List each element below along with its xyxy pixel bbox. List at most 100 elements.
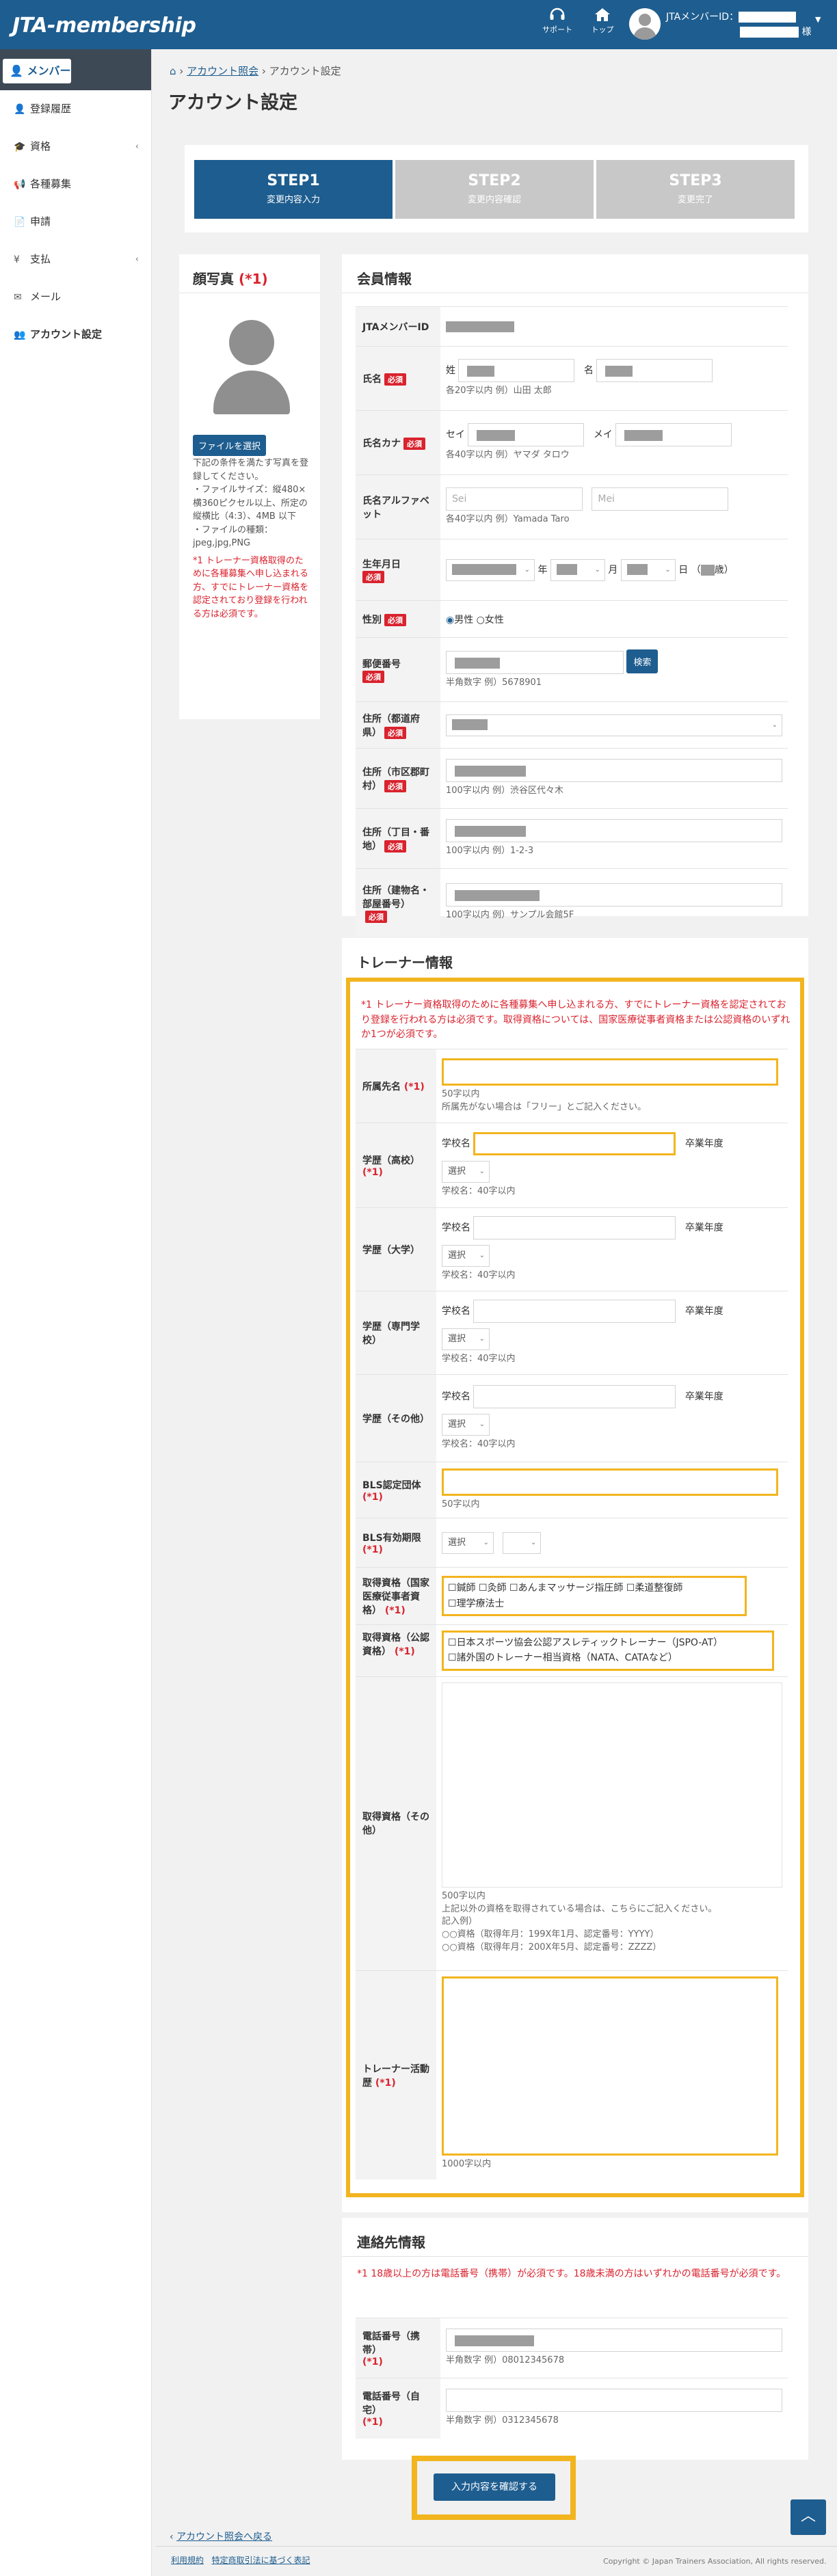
alpha-mei-input[interactable]: Mei	[592, 487, 729, 511]
sidebar-item-history[interactable]: 👤 登録履歴	[0, 90, 151, 128]
member-title: 会員情報	[357, 271, 412, 287]
user-avatar[interactable]	[629, 8, 661, 40]
national-check-0[interactable]: ☐鍼師	[448, 1583, 476, 1594]
mobile-input[interactable]	[446, 2329, 782, 2352]
sidebar-item-account[interactable]: 👥 アカウント設定	[0, 316, 151, 353]
step-sub: 変更完了	[677, 195, 713, 205]
other-qual-textarea[interactable]	[442, 1682, 782, 1888]
terms-link[interactable]: 利用規約	[171, 2555, 204, 2565]
law-link[interactable]: 特定商取引法に基づく表記	[211, 2555, 310, 2565]
national-check-4[interactable]: ☐理学療法士	[448, 1598, 505, 1609]
sidebar-item-application[interactable]: 📄 申請	[0, 203, 151, 241]
check-label: 柔道整復師	[635, 1583, 683, 1594]
bls-exp-label: BLS有効期限	[362, 1532, 421, 1544]
sidebar-item-payment[interactable]: ¥ 支払 ‹	[0, 241, 151, 278]
pref-select[interactable]: ⌄	[446, 714, 782, 736]
required-badge: 必須	[362, 570, 384, 583]
copyright: Copyright © Japan Trainers Association, …	[603, 2557, 827, 2566]
postal-hint: 半角数字 例）5678901	[446, 677, 542, 688]
breadcrumb-account-link[interactable]: アカウント照会	[187, 65, 258, 77]
required-badge: 必須	[403, 437, 425, 450]
back-link-row: ‹ アカウント照会へ戻る	[170, 2530, 272, 2543]
bldg-input[interactable]	[446, 883, 782, 907]
photo-desc: ・ファイルの種類：jpeg,jpg,PNG	[193, 524, 274, 549]
home-input[interactable]	[446, 2389, 782, 2413]
official-check-1[interactable]: ☐諸外国のトレーナー相当資格（NATA、CATAなど）	[448, 1650, 768, 1665]
step-title: STEP3	[669, 172, 722, 189]
voc-grad-select[interactable]: 選択 ⌄	[442, 1328, 490, 1351]
home-icon[interactable]: ⌂	[170, 65, 176, 77]
postal-input[interactable]	[446, 651, 624, 675]
support-label: サポート	[542, 25, 572, 34]
file-select-button[interactable]: ファイルを選択	[193, 435, 267, 456]
user-gear-icon: 👥	[14, 330, 26, 340]
school-hint: 学校名：40字以内	[442, 1439, 516, 1450]
bls-year-select[interactable]: 選択 ⌄	[442, 1531, 494, 1554]
other-qual-label: 取得資格（その他）	[362, 1812, 429, 1837]
sei-input[interactable]	[458, 359, 575, 383]
sidebar-item-qualification[interactable]: 🎓 資格 ‹	[0, 128, 151, 165]
back-to-account-link[interactable]: アカウント照会へ戻る	[176, 2532, 272, 2543]
kana-sei-input[interactable]	[468, 423, 585, 447]
postal-search-button[interactable]: 検索	[626, 649, 659, 674]
official-check-0[interactable]: ☐日本スポーツ協会公認アスレティックトレーナー（JSPO-AT）	[448, 1635, 768, 1650]
birth-month-select[interactable]: ⌄	[550, 559, 605, 581]
file-icon: 📄	[14, 217, 26, 228]
sidebar-item-member[interactable]: 👤 メンバー	[3, 59, 71, 83]
sidebar-item-mail[interactable]: ✉ メール	[0, 278, 151, 316]
male-label: 男性	[454, 614, 474, 626]
street-input[interactable]	[446, 819, 782, 843]
trainer-form: 所属先名 (*1) 50字以内 所属先がない場合は「フリー」とご記入ください。 学…	[356, 1049, 788, 2180]
top-link[interactable]: トップ	[580, 7, 625, 35]
female-radio[interactable]: ○	[477, 615, 485, 626]
hs-grad-select[interactable]: 選択 ⌄	[442, 1161, 490, 1183]
kana-mei-input[interactable]	[615, 423, 732, 447]
mei-input[interactable]	[596, 359, 713, 383]
photo-note: *1 トレーナー資格取得のために各種募集へ申し込まれる方、すでにトレーナー資格を…	[193, 555, 309, 619]
other-grad-select[interactable]: 選択 ⌄	[442, 1414, 490, 1436]
voc-school-input[interactable]	[473, 1300, 676, 1324]
hs-school-input[interactable]	[473, 1132, 676, 1156]
app-logo[interactable]: JTA-membership	[12, 14, 196, 38]
scroll-top-button[interactable]: ︿	[790, 2499, 826, 2535]
required-badge: 必須	[384, 726, 406, 739]
male-radio[interactable]: ◉	[446, 615, 454, 626]
req-mark: (*1)	[384, 1605, 406, 1616]
bldg-hint: 100字以内 例）サンプル会館5F	[446, 910, 574, 921]
caret-down-icon[interactable]: ▼	[815, 15, 821, 24]
confirm-button[interactable]: 入力内容を確認する	[434, 2473, 555, 2501]
other-school-input[interactable]	[473, 1385, 676, 1409]
required-badge: 必須	[384, 373, 406, 386]
birth-day-select[interactable]: ⌄	[620, 559, 676, 581]
select-placeholder: 選択	[448, 1419, 466, 1430]
kana-hint: 各40字以内 例）ヤマダ タロウ	[446, 450, 570, 461]
sidebar-top: 👤 メンバー	[0, 49, 151, 90]
univ-grad-select[interactable]: 選択 ⌄	[442, 1245, 490, 1267]
bldg-label: 住所（建物名・部屋番号）	[362, 885, 429, 910]
sidebar: 👤 メンバー 👤 登録履歴 🎓 資格 ‹ 📢 各種募集 📄 申請 ¥ 支払 ‹ ✉ メール 👥 ア…	[0, 49, 152, 2576]
univ-school-input[interactable]	[473, 1216, 676, 1240]
sei-label: 姓	[446, 365, 455, 377]
voc-label: 学歴（専門学校）	[362, 1321, 420, 1346]
select-placeholder: 選択	[448, 1166, 466, 1177]
bls-org-input[interactable]	[442, 1468, 778, 1497]
user-icon: 👤	[10, 64, 23, 77]
bls-month-select[interactable]: ⌄	[503, 1531, 542, 1554]
support-link[interactable]: サポート	[535, 7, 580, 35]
photo-desc: ・ファイルサイズ：縦480×横360ピクセル以上、所定の縦横比（4:3）、4MB…	[193, 485, 308, 522]
city-input[interactable]	[446, 759, 782, 783]
kana-sei-label: セイ	[446, 429, 465, 441]
school-hint: 学校名：40字以内	[442, 1354, 516, 1365]
national-check-2[interactable]: ☐あんまマッサージ指圧師	[509, 1583, 623, 1594]
divider	[342, 2256, 808, 2257]
affil-input[interactable]	[442, 1058, 778, 1086]
birth-year-select[interactable]: ⌄	[446, 559, 535, 581]
alpha-sei-input[interactable]: Sei	[446, 487, 583, 511]
sidebar-item-recruit[interactable]: 📢 各種募集	[0, 165, 151, 203]
required-badge: 必須	[384, 613, 406, 626]
photo-card: 顔写真 (*1) ファイルを選択 下記の条件を満たす写真を登録してください。 ・…	[179, 254, 320, 719]
national-check-1[interactable]: ☐灸師	[479, 1583, 507, 1594]
national-check-3[interactable]: ☐柔道整復師	[626, 1583, 683, 1594]
kana-label: 氏名カナ	[362, 438, 401, 449]
career-textarea[interactable]	[442, 1976, 778, 2156]
